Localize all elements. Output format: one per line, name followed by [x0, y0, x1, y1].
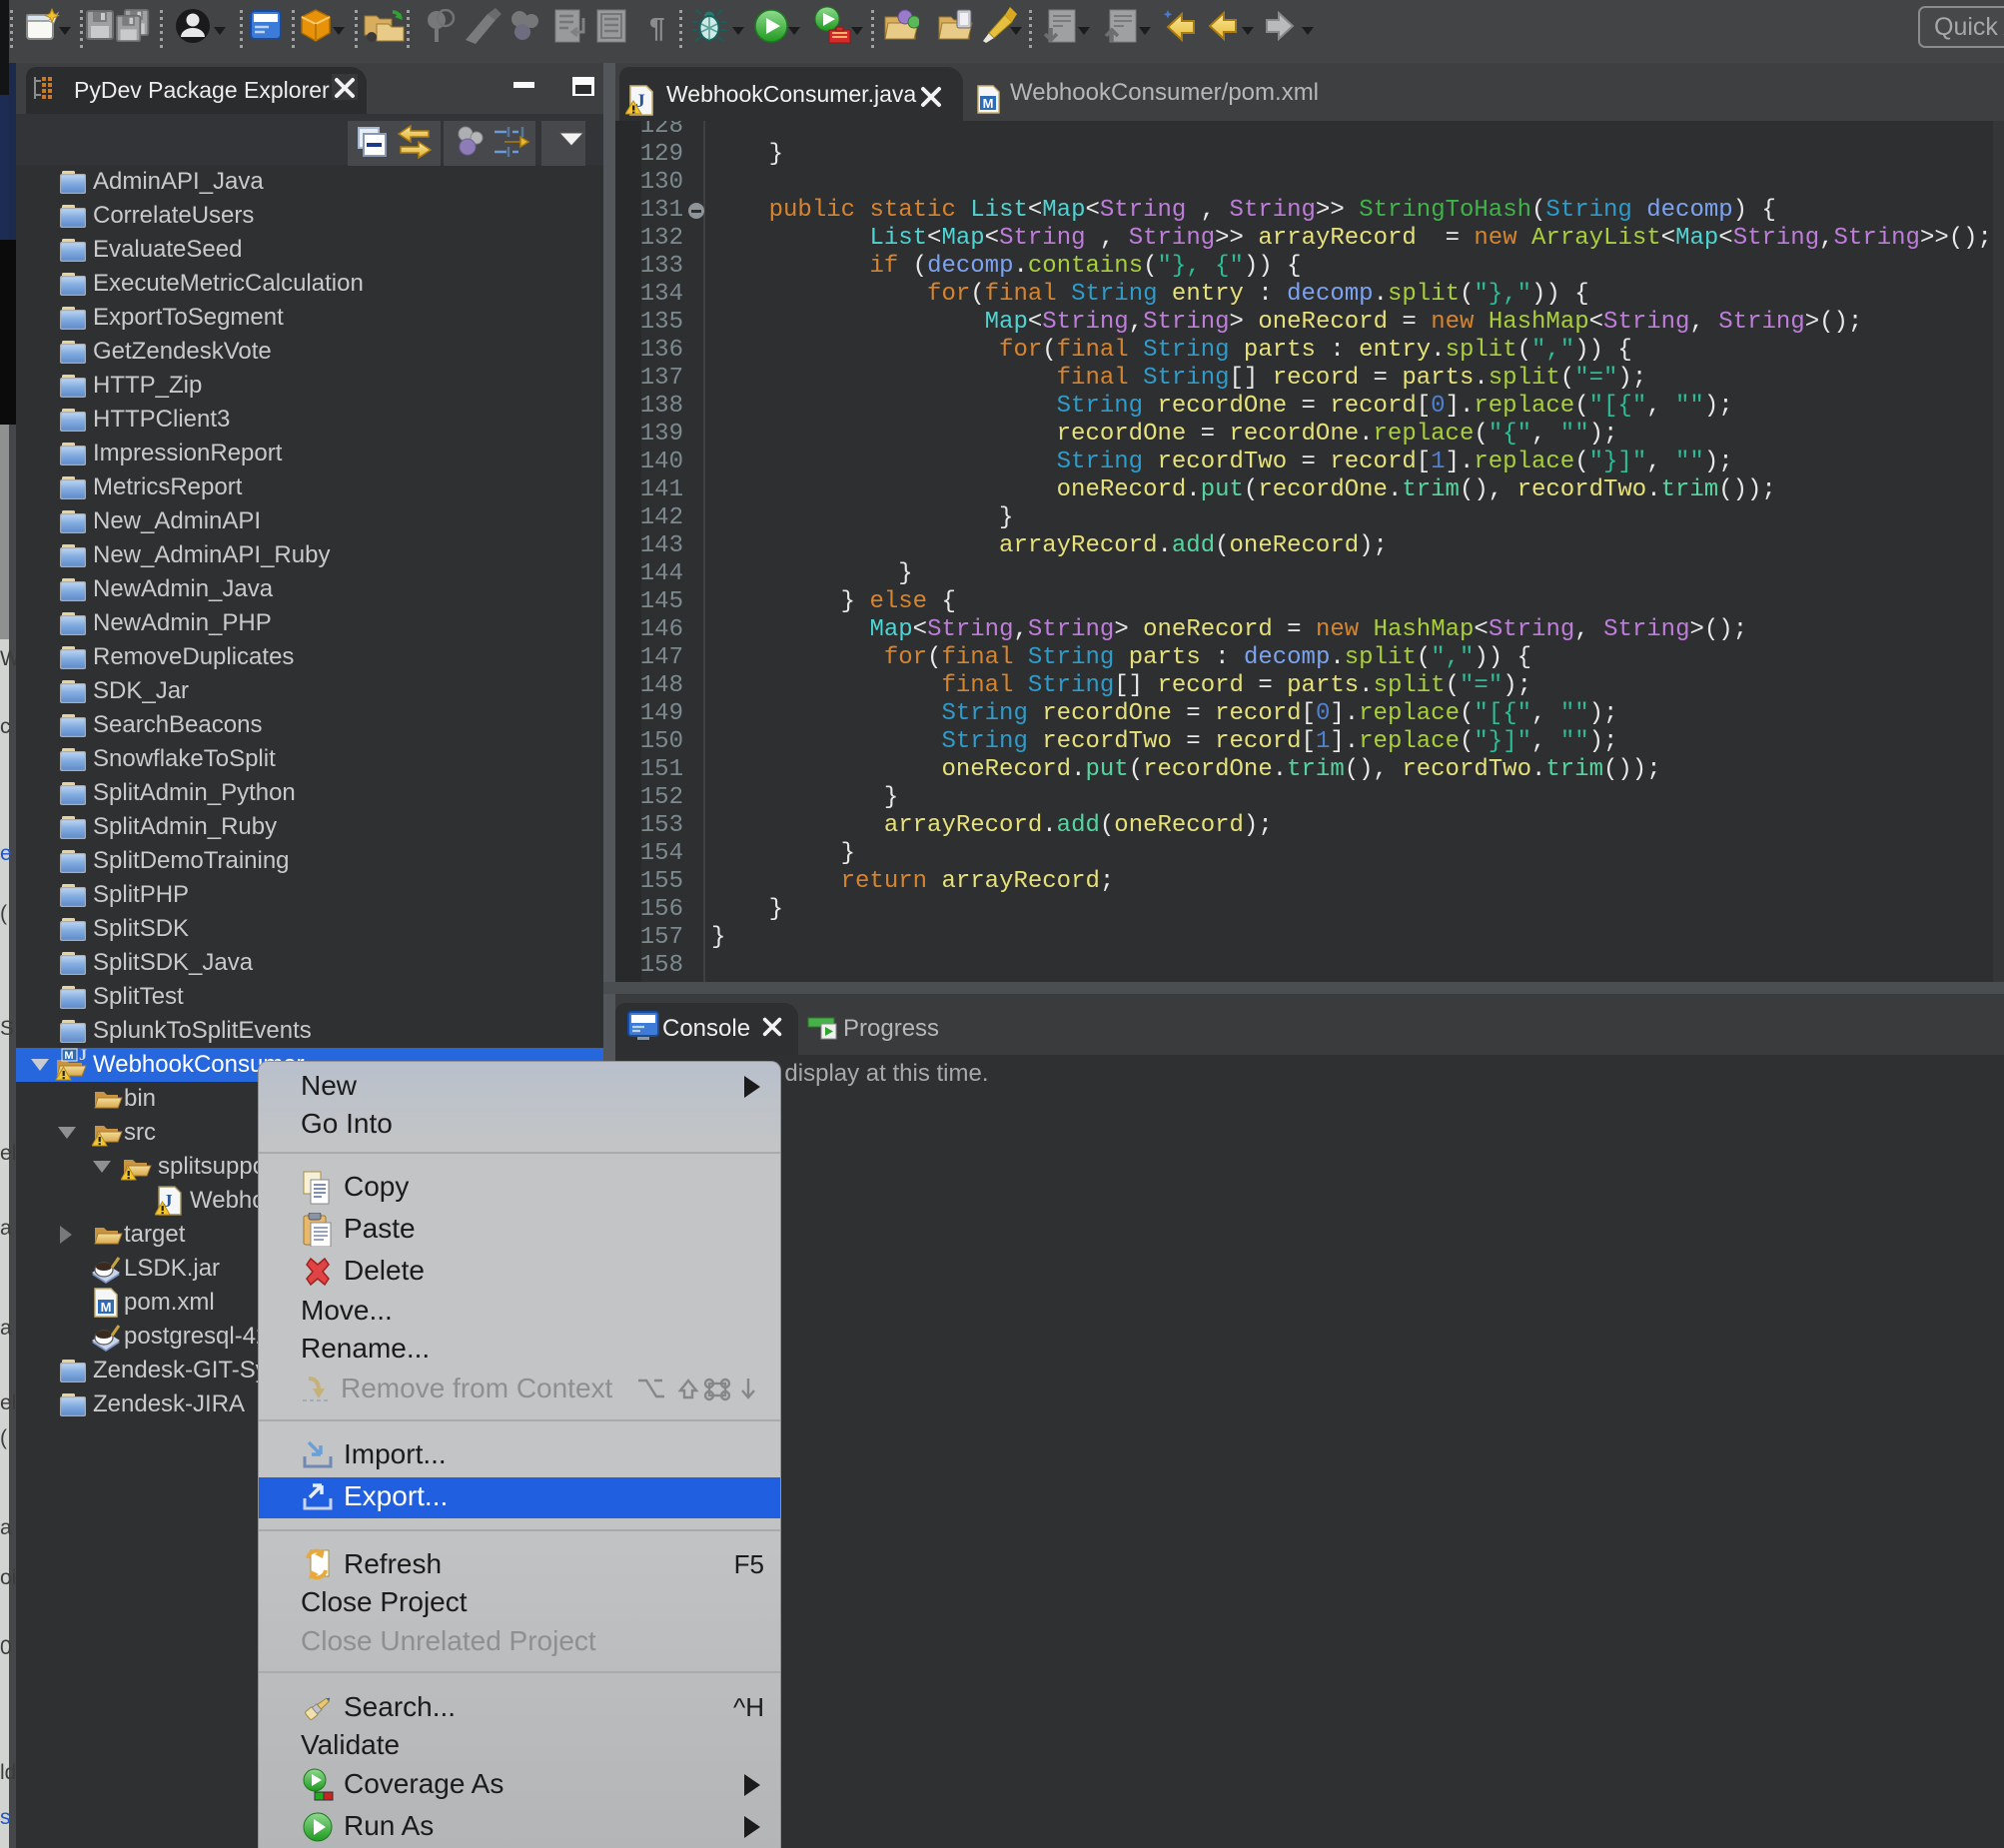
- svg-text:J: J: [79, 1048, 87, 1064]
- svg-text:M: M: [101, 1300, 112, 1315]
- svg-text:M: M: [983, 96, 994, 111]
- svg-text:M: M: [64, 1050, 73, 1062]
